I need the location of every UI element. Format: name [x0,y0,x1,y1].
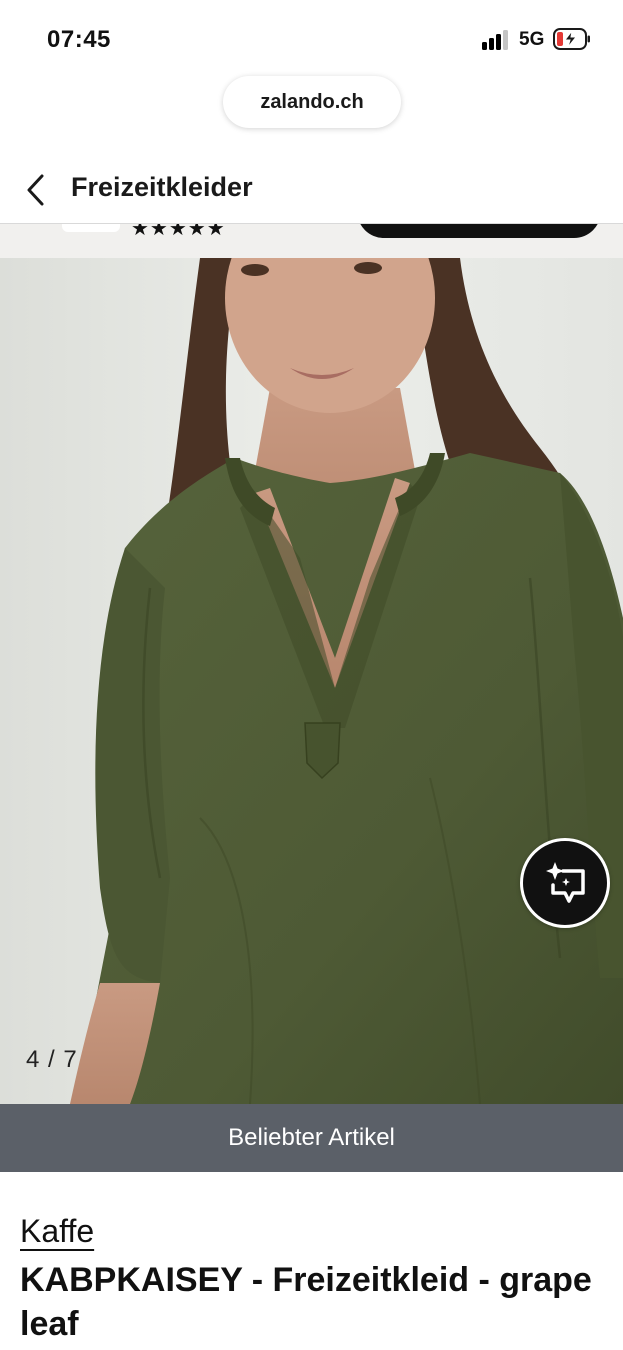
image-counter: 4 / 7 [26,1046,78,1073]
chevron-left-icon [27,174,44,206]
rating-strip: ★★★★★ [0,224,623,258]
signal-icon [482,30,512,50]
product-title: KABPKAISEY - Freizeitkleid - grape leaf [20,1261,592,1343]
sparkle-speech-icon [546,862,585,903]
battery-icon [553,28,591,50]
product-photo [0,258,623,1104]
page-title: Freizeitkleider [71,172,253,202]
back-button[interactable] [18,168,54,212]
url-text: zalando.ch [260,90,364,113]
banner-label: Beliebter Artikel [228,1124,395,1151]
add-to-cart-button[interactable] [357,224,601,238]
ai-assistant-button[interactable] [520,838,610,928]
brand-link[interactable]: Kaffe [20,1213,94,1250]
nav-header: Freizeitkleider [0,150,623,224]
network-type: 5G [519,29,545,50]
rating-badge [62,224,120,232]
rating-stars-icon: ★★★★★ [131,224,226,240]
popular-item-banner: Beliebter Artikel [0,1104,623,1172]
url-bar[interactable]: zalando.ch [223,76,401,128]
status-time: 07:45 [47,26,111,53]
status-bar: 07:45 5G [0,0,623,78]
product-image-gallery[interactable]: 4 / 7 [0,258,623,1104]
